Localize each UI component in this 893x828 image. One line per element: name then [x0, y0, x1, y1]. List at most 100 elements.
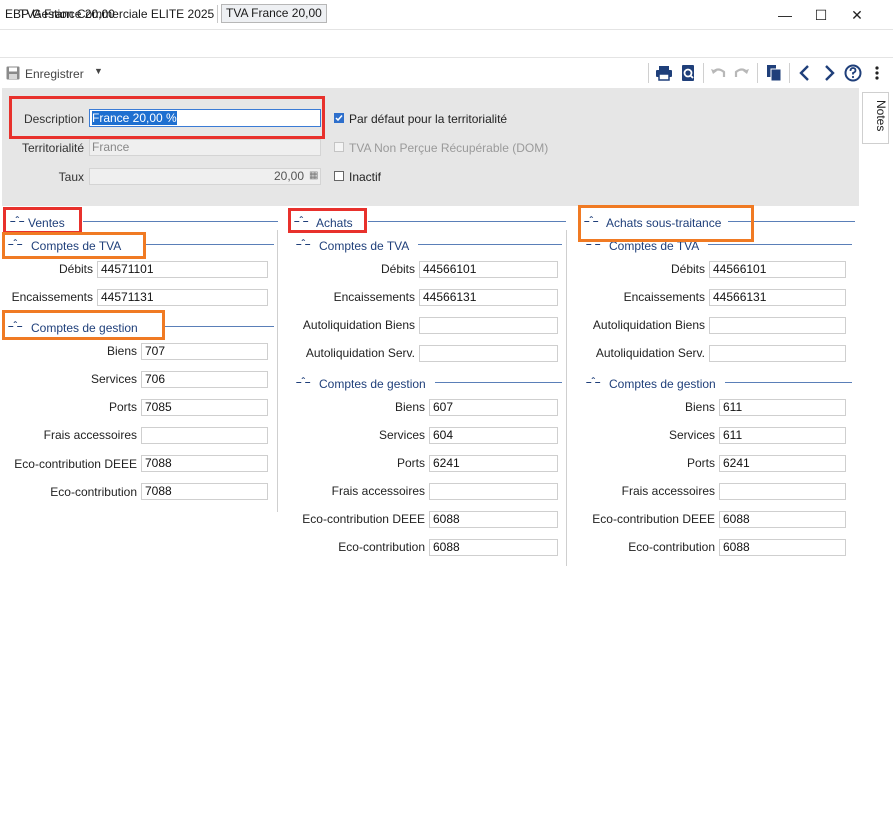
description-value[interactable]: France 20,00 %: [92, 111, 177, 125]
breadcrumb-app[interactable]: EBP Gestion Commerciale ELITE 2025: [5, 7, 214, 21]
more-options-icon[interactable]: [867, 63, 887, 83]
soustraitance-ports-label: Ports: [686, 456, 715, 470]
inactif-checkbox-label[interactable]: Inactif: [349, 170, 381, 184]
soustraitance-deee-input[interactable]: 6088: [719, 511, 846, 528]
achats-autoserv-input[interactable]: [419, 345, 558, 362]
achats-section-title[interactable]: Achats: [316, 216, 353, 230]
ventes-section-line: [83, 221, 278, 222]
achats-encaissements-label: Encaissements: [333, 290, 415, 304]
achats-gestion-title[interactable]: Comptes de gestion: [319, 377, 426, 391]
chevron-right-icon[interactable]: [819, 63, 839, 83]
save-icon[interactable]: [6, 66, 20, 80]
print-icon[interactable]: [654, 63, 674, 83]
chevron-left-icon[interactable]: [795, 63, 815, 83]
undo-icon[interactable]: [708, 63, 728, 83]
soustraitance-autobiens-input[interactable]: [709, 317, 846, 334]
column-divider: [566, 230, 567, 566]
column-divider: [277, 230, 278, 512]
soustraitance-eco-input[interactable]: 6088: [719, 539, 846, 556]
maximize-button[interactable]: ☐: [810, 4, 832, 26]
toolbar-divider: [703, 63, 704, 83]
close-button[interactable]: ✕: [846, 4, 868, 26]
default-checkbox[interactable]: [334, 113, 344, 123]
soustraitance-ports-input[interactable]: 6241: [719, 455, 846, 472]
collapse-soustraitance-gestion-icon[interactable]: –ˆ–: [586, 377, 600, 388]
ventes-section-title[interactable]: Ventes: [28, 216, 65, 230]
soustraitance-encaissements-input[interactable]: 44566131: [709, 289, 846, 306]
soustraitance-tva-title[interactable]: Comptes de TVA: [609, 239, 699, 253]
soustraitance-autobiens-label: Autoliquidation Biens: [592, 318, 705, 332]
achats-eco-label: Eco-contribution: [338, 540, 425, 554]
ventes-encaissements-input[interactable]: 44571131: [97, 289, 268, 306]
achats-ports-input[interactable]: 6241: [429, 455, 558, 472]
soustraitance-frais-input[interactable]: [719, 483, 846, 500]
taux-field: 20,00: [89, 168, 321, 185]
ventes-gestion-line: [165, 326, 274, 327]
ventes-deee-label: Eco-contribution DEEE: [14, 457, 137, 471]
ventes-frais-input[interactable]: [141, 427, 268, 444]
achats-encaissements-input[interactable]: 44566131: [419, 289, 558, 306]
collapse-achats-icon[interactable]: –ˆ–: [294, 216, 308, 227]
collapse-soustraitance-icon[interactable]: –ˆ–: [584, 216, 598, 227]
collapse-ventes-icon[interactable]: –ˆ–: [10, 216, 24, 227]
notes-tab-label[interactable]: Notes: [864, 100, 888, 131]
achats-deee-input[interactable]: 6088: [429, 511, 558, 528]
print-preview-icon[interactable]: [678, 63, 698, 83]
dom-checkbox: [334, 142, 344, 152]
calculator-icon[interactable]: ▦: [309, 170, 318, 181]
description-input[interactable]: France 20,00 %: [89, 109, 321, 127]
redo-icon[interactable]: [732, 63, 752, 83]
achats-biens-input[interactable]: 607: [429, 399, 558, 416]
soustraitance-debits-label: Débits: [670, 262, 705, 276]
ventes-debits-input[interactable]: 44571101: [97, 261, 268, 278]
achats-debits-label: Débits: [380, 262, 415, 276]
achats-tva-title[interactable]: Comptes de TVA: [319, 239, 409, 253]
ventes-services-input[interactable]: 706: [141, 371, 268, 388]
ventes-ports-input[interactable]: 7085: [141, 399, 268, 416]
breadcrumb: [0, 30, 893, 58]
inactif-checkbox[interactable]: [334, 171, 344, 181]
soustraitance-services-label: Services: [668, 428, 715, 442]
collapse-achats-tva-icon[interactable]: –ˆ–: [296, 239, 310, 250]
toolbar-divider: [648, 63, 649, 83]
achats-frais-input[interactable]: [429, 483, 558, 500]
achats-services-input[interactable]: 604: [429, 427, 558, 444]
minimize-button[interactable]: —: [774, 4, 796, 26]
ventes-deee-input[interactable]: 7088: [141, 455, 268, 472]
soustraitance-services-input[interactable]: 611: [719, 427, 846, 444]
description-label: Description: [23, 112, 84, 126]
ventes-tva-title[interactable]: Comptes de TVA: [31, 239, 121, 253]
save-dropdown-icon[interactable]: ▼: [94, 66, 103, 76]
soustraitance-section-line: [728, 221, 855, 222]
achats-autobiens-input[interactable]: [419, 317, 558, 334]
achats-gestion-line: [435, 382, 562, 383]
ventes-encaissements-label: Encaissements: [11, 290, 93, 304]
ventes-tva-line: [146, 244, 274, 245]
save-button[interactable]: Enregistrer: [25, 67, 84, 81]
ventes-gestion-title[interactable]: Comptes de gestion: [31, 321, 138, 335]
ventes-biens-input[interactable]: 707: [141, 343, 268, 360]
help-icon[interactable]: [843, 63, 863, 83]
soustraitance-frais-label: Frais accessoires: [621, 484, 715, 498]
soustraitance-debits-input[interactable]: 44566101: [709, 261, 846, 278]
collapse-ventes-tva-icon[interactable]: –ˆ–: [8, 239, 22, 250]
soustraitance-section-title[interactable]: Achats sous-traitance: [606, 216, 721, 230]
soustraitance-biens-input[interactable]: 611: [719, 399, 846, 416]
breadcrumb-doc[interactable]: TVA France 20,00: [221, 4, 327, 23]
collapse-achats-gestion-icon[interactable]: –ˆ–: [296, 377, 310, 388]
ventes-eco-input[interactable]: 7088: [141, 483, 268, 500]
soustraitance-gestion-title[interactable]: Comptes de gestion: [609, 377, 716, 391]
achats-autobiens-label: Autoliquidation Biens: [302, 318, 415, 332]
default-checkbox-label[interactable]: Par défaut pour la territorialité: [349, 112, 507, 126]
toolbar: [0, 59, 893, 88]
ventes-frais-label: Frais accessoires: [43, 428, 137, 442]
collapse-soustraitance-tva-icon[interactable]: –ˆ–: [586, 239, 600, 250]
collapse-ventes-gestion-icon[interactable]: –ˆ–: [8, 321, 22, 332]
duplicate-icon[interactable]: [764, 63, 784, 83]
taux-label: Taux: [58, 170, 84, 184]
breadcrumb-divider: [217, 5, 218, 23]
achats-tva-line: [418, 244, 562, 245]
achats-eco-input[interactable]: 6088: [429, 539, 558, 556]
soustraitance-autoserv-input[interactable]: [709, 345, 846, 362]
achats-debits-input[interactable]: 44566101: [419, 261, 558, 278]
